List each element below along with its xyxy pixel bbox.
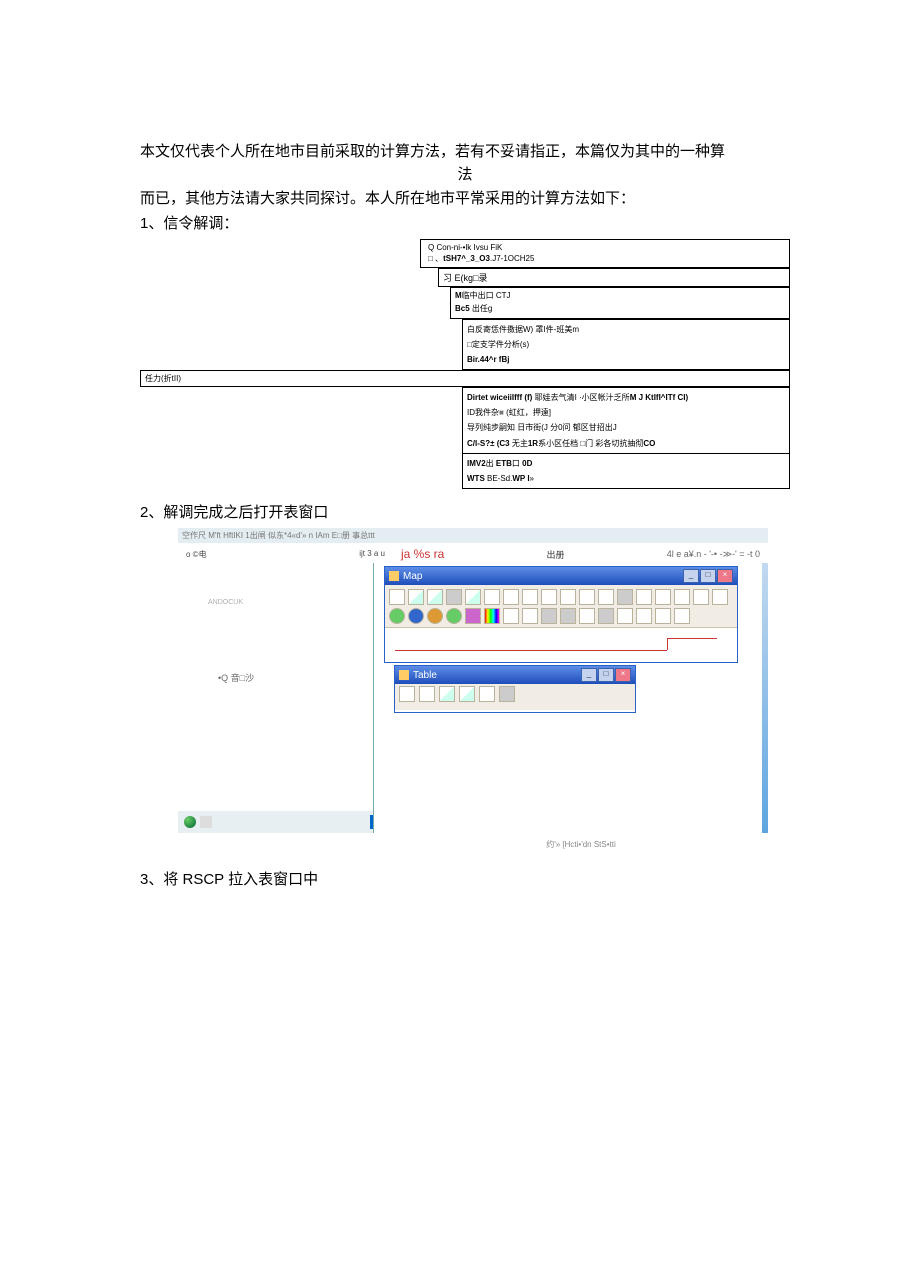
tool-orange-dot-icon[interactable] (427, 608, 443, 624)
fig2-right-gradient-edge (762, 563, 768, 833)
tool-green2-dot-icon[interactable] (446, 608, 462, 624)
table-icon (399, 670, 409, 680)
table-close-button[interactable]: × (615, 668, 631, 682)
intro-line-2: 法 (140, 163, 790, 186)
fig2-side-bottom (178, 811, 373, 833)
step-2: 2、解调完成之后打开表窗口 (140, 501, 790, 522)
tool-zoom-out-icon[interactable] (427, 589, 443, 605)
map-window[interactable]: Map _ □ × (384, 566, 738, 663)
minimize-button[interactable]: _ (683, 569, 699, 583)
map-line-1 (395, 650, 667, 651)
tool-print-icon[interactable] (617, 589, 633, 605)
fig1-wide-row: 任力(折tII) (140, 370, 790, 387)
tool-lock-icon[interactable] (712, 589, 728, 605)
table-maximize-button[interactable]: □ (598, 668, 614, 682)
table-tool-zoom-icon[interactable] (439, 686, 455, 702)
tool-clear-icon[interactable] (674, 589, 690, 605)
table-tool-select-icon[interactable] (419, 686, 435, 702)
fig2-main-area: Map _ □ × (374, 563, 762, 833)
stub-icon (200, 816, 212, 828)
fig2-red-text: ja %s ra (401, 547, 444, 561)
fig2-sidebar: ANDOCUK •Q 音□沙 (178, 563, 374, 833)
fig2-left-header: o ©电 ijt 3 a u (178, 543, 393, 563)
maximize-button[interactable]: □ (700, 569, 716, 583)
tool-grid-icon[interactable] (522, 589, 538, 605)
fig1-sub1: 习 E(kg□录 (438, 268, 790, 287)
tool-info-icon[interactable] (484, 589, 500, 605)
figure-1-tree: Q Con-ni-•lk Ivsu FiK □ 、tSH7^_3_O3.J7-1… (420, 239, 840, 489)
tool-settings-icon[interactable] (693, 589, 709, 605)
tool-extra1-icon[interactable] (503, 608, 519, 624)
map-toolbar (385, 585, 737, 628)
tool-arrow-icon[interactable] (389, 589, 405, 605)
tool-folder1-icon[interactable] (541, 608, 557, 624)
fig1-root-box: Q Con-ni-•lk Ivsu FiK □ 、tSH7^_3_O3.J7-1… (420, 239, 790, 268)
tool-zoom-fit-icon[interactable] (465, 589, 481, 605)
fig2-menubar: 空作尺 M'ft HftIKI 1出闸 似东*4«d'» n IAm E□册 事… (178, 528, 768, 543)
table-window-title: Table (413, 670, 437, 681)
map-window-title: Map (403, 571, 422, 582)
tool-zoom-in-icon[interactable] (408, 589, 424, 605)
tool-redo-icon[interactable] (655, 589, 671, 605)
close-button[interactable]: × (717, 569, 733, 583)
tool-export-icon[interactable] (598, 589, 614, 605)
tool-green-dot-icon[interactable] (389, 608, 405, 624)
tool-legend-icon[interactable] (484, 608, 500, 624)
fig1-root-l1: Q Con-ni-•lk Ivsu FiK (425, 242, 785, 254)
map-window-titlebar[interactable]: Map _ □ × (385, 567, 737, 585)
map-canvas[interactable] (385, 628, 737, 663)
tool-doc-icon[interactable] (579, 608, 595, 624)
step-3: 3、将 RSCP 拉入表窗口中 (140, 868, 790, 889)
table-tool-copy-icon[interactable] (479, 686, 495, 702)
intro-line-3: 而已，其他方法请大家共同探讨。本人所在地市平常采用的计算方法如下： (140, 187, 790, 210)
tool-label-icon[interactable] (579, 589, 595, 605)
figure-2-screenshot: 空作尺 M'ft HftIKI 1出闸 似东*4«d'» n IAm E□册 事… (178, 528, 768, 850)
table-toolbar (395, 684, 635, 710)
tool-pan-icon[interactable] (446, 589, 462, 605)
table-tool-pointer-icon[interactable] (399, 686, 415, 702)
handle-icon (370, 815, 373, 829)
tool-text-icon[interactable] (636, 608, 652, 624)
tool-camera-icon[interactable] (617, 608, 633, 624)
fig2-right-header: ja %s ra 出册 4l e a¥.n - '-• -≫-' = -t 0 (393, 543, 768, 563)
tool-pink-icon[interactable] (465, 608, 481, 624)
intro-line-1: 本文仅代表个人所在地市目前采取的计算方法，若有不妥请指正，本篇仅为其中的一种算 (140, 140, 790, 163)
fig2-statusbar: 约'» [Hcti•'dn StS•tti (178, 833, 768, 850)
table-tool-find-icon[interactable] (459, 686, 475, 702)
table-window[interactable]: Table _ □ × (394, 665, 636, 713)
tool-layers-icon[interactable] (503, 589, 519, 605)
tool-extra2-icon[interactable] (522, 608, 538, 624)
tool-hand-icon[interactable] (598, 608, 614, 624)
tool-last-icon[interactable] (674, 608, 690, 624)
table-tool-hand-icon[interactable] (499, 686, 515, 702)
step-1: 1、信令解调： (140, 212, 790, 233)
fig1-sub2: M临中出口 CTJ Bc5 出任g (450, 287, 790, 319)
tool-chart-icon[interactable] (655, 608, 671, 624)
tool-undo-icon[interactable] (636, 589, 652, 605)
table-window-titlebar[interactable]: Table _ □ × (395, 666, 635, 684)
tool-blue-dot-icon[interactable] (408, 608, 424, 624)
table-minimize-button[interactable]: _ (581, 668, 597, 682)
map-line-3 (667, 638, 717, 639)
fig1-sub3: 白反寄恁件擞据W) 罩I件-班美m □定支学件分析(s) Bir.44^r fB… (462, 319, 790, 371)
tool-folder2-icon[interactable] (560, 608, 576, 624)
fig2-side-label-2: •Q 音□沙 (218, 671, 254, 684)
globe-icon (184, 816, 196, 828)
map-line-2 (667, 638, 668, 650)
fig1-sub4: Dirtet wiceiiIfff (f) 耶娃去气清I ·小区帐汁乏所M J … (462, 387, 790, 489)
tool-measure-icon[interactable] (560, 589, 576, 605)
map-icon (389, 571, 399, 581)
fig1-root-l2: □ 、tSH7^_3_O3.J7-1OCH25 (425, 253, 785, 265)
tool-select-icon[interactable] (541, 589, 557, 605)
fig2-side-label-1: ANDOCUK (208, 599, 243, 606)
